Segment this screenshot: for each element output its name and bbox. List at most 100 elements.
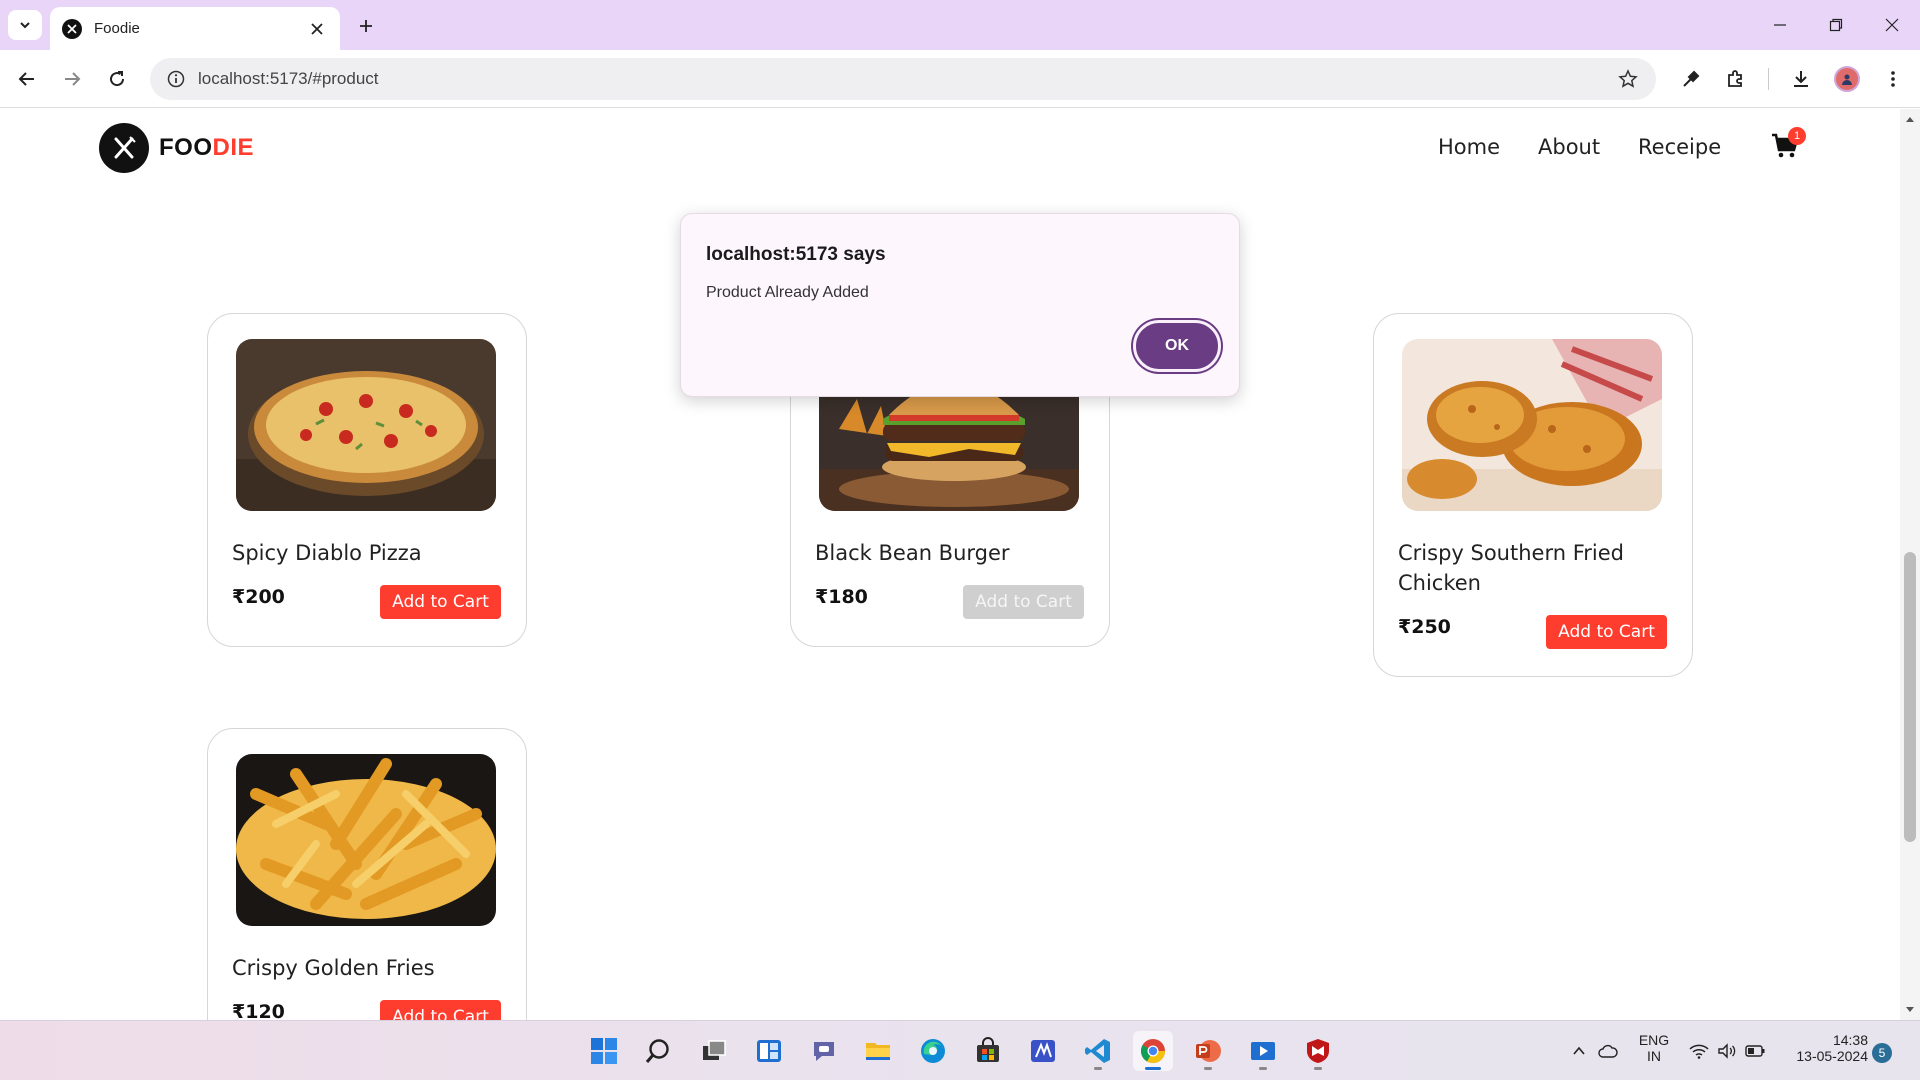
battery-icon[interactable] xyxy=(1742,1031,1768,1071)
wifi-icon[interactable] xyxy=(1686,1031,1712,1071)
clock-time: 14:38 xyxy=(1832,1032,1868,1048)
restore-icon xyxy=(1829,18,1843,32)
math-app-icon[interactable] xyxy=(1023,1031,1063,1071)
microsoft-store-icon[interactable] xyxy=(968,1031,1008,1071)
add-to-cart-button[interactable]: Add to Cart xyxy=(380,585,501,619)
page-scrollbar[interactable] xyxy=(1900,109,1920,1020)
minimize-button[interactable] xyxy=(1752,0,1808,50)
new-tab-button[interactable] xyxy=(352,12,380,40)
alert-dialog: localhost:5173 says Product Already Adde… xyxy=(680,213,1240,397)
reload-button[interactable] xyxy=(100,62,134,96)
running-indicator xyxy=(1314,1067,1322,1070)
nav-receipe[interactable]: Receipe xyxy=(1638,135,1721,159)
add-to-cart-button[interactable]: Add to Cart xyxy=(1546,615,1667,649)
extensions-puzzle-icon[interactable] xyxy=(1718,62,1752,96)
window-controls xyxy=(1752,0,1920,50)
eyedropper-extension-icon[interactable] xyxy=(1674,62,1708,96)
task-view-icon[interactable] xyxy=(694,1031,734,1071)
nav-about[interactable]: About xyxy=(1538,135,1600,159)
powerpoint-icon[interactable] xyxy=(1188,1031,1228,1071)
web-page: FOODIE Home About Receipe 1 Spicy Diablo… xyxy=(0,109,1900,1020)
address-bar[interactable]: localhost:5173/#product xyxy=(150,58,1656,100)
pizza-image xyxy=(236,339,496,511)
language-line1: ENG xyxy=(1638,1032,1670,1048)
minimize-icon xyxy=(1774,24,1786,26)
product-card: Crispy Southern Fried Chicken ₹250 Add t… xyxy=(1373,313,1693,677)
language-line2: IN xyxy=(1647,1048,1661,1064)
teams-chat-icon[interactable] xyxy=(804,1031,844,1071)
restore-button[interactable] xyxy=(1808,0,1864,50)
fried-chicken-image xyxy=(1402,339,1662,511)
plus-icon xyxy=(360,20,372,32)
cart-count-badge: 1 xyxy=(1788,127,1806,145)
product-name: Black Bean Burger xyxy=(815,541,1010,565)
browser-tab-bar: Foodie xyxy=(0,0,1920,50)
chevron-down-icon xyxy=(20,22,30,29)
product-name: Spicy Diablo Pizza xyxy=(232,541,422,565)
product-card: Crispy Golden Fries ₹120 Add to Cart xyxy=(207,728,527,1020)
notification-badge[interactable]: 5 xyxy=(1872,1043,1892,1063)
logo-text-part1: FOO xyxy=(159,134,213,161)
dialog-title: localhost:5173 says xyxy=(706,244,886,265)
site-logo[interactable]: FOODIE xyxy=(99,123,254,173)
close-window-button[interactable] xyxy=(1864,0,1920,50)
scroll-up-arrow-icon[interactable] xyxy=(1900,109,1920,129)
downloads-icon[interactable] xyxy=(1784,62,1818,96)
input-language[interactable]: ENG IN xyxy=(1634,1032,1674,1064)
mcafee-shield-icon[interactable] xyxy=(1298,1031,1338,1071)
product-name: Crispy Golden Fries xyxy=(232,956,435,980)
url-text[interactable]: localhost:5173/#product xyxy=(198,69,1614,89)
back-button[interactable] xyxy=(10,62,44,96)
close-tab-icon[interactable] xyxy=(306,18,328,40)
site-header: FOODIE Home About Receipe 1 xyxy=(0,109,1900,189)
dialog-message: Product Already Added xyxy=(706,284,869,301)
forward-button[interactable] xyxy=(55,62,89,96)
ok-button[interactable]: OK xyxy=(1133,320,1221,372)
scrollbar-thumb[interactable] xyxy=(1904,552,1916,842)
media-player-icon[interactable] xyxy=(1243,1031,1283,1071)
logo-text-part2: DIE xyxy=(212,134,255,161)
product-card: Spicy Diablo Pizza ₹200 Add to Cart xyxy=(207,313,527,647)
profile-avatar[interactable] xyxy=(1830,62,1864,96)
add-to-cart-button[interactable]: Add to Cart xyxy=(963,585,1084,619)
site-info-icon[interactable] xyxy=(164,67,188,91)
fries-image xyxy=(236,754,496,926)
fork-knife-logo-icon xyxy=(99,123,149,173)
cart-button[interactable]: 1 xyxy=(1770,127,1806,165)
search-icon[interactable] xyxy=(638,1031,678,1071)
scroll-down-arrow-icon[interactable] xyxy=(1900,1000,1920,1020)
add-to-cart-button[interactable]: Add to Cart xyxy=(380,1000,501,1020)
reload-icon xyxy=(110,71,125,87)
product-price: ₹200 xyxy=(232,586,285,608)
clock-date: 13-05-2024 xyxy=(1796,1048,1868,1064)
product-name: Crispy Southern Fried Chicken xyxy=(1398,541,1624,595)
product-price: ₹250 xyxy=(1398,616,1451,638)
chevron-up-icon[interactable] xyxy=(1565,1031,1593,1071)
running-indicator xyxy=(1094,1067,1102,1070)
widgets-icon[interactable] xyxy=(749,1031,789,1071)
clock[interactable]: 14:38 13-05-2024 xyxy=(1782,1032,1868,1064)
foodie-favicon-icon xyxy=(62,18,82,39)
running-indicator xyxy=(1259,1067,1267,1070)
arrow-right-icon xyxy=(65,72,81,86)
tab-search-button[interactable] xyxy=(8,10,42,40)
onedrive-cloud-icon[interactable] xyxy=(1594,1031,1622,1071)
bookmark-star-icon[interactable] xyxy=(1614,65,1642,93)
chrome-icon[interactable] xyxy=(1133,1031,1173,1071)
vscode-icon[interactable] xyxy=(1078,1031,1118,1071)
start-windows-icon[interactable] xyxy=(584,1031,624,1071)
active-indicator xyxy=(1145,1067,1161,1070)
edge-browser-icon[interactable] xyxy=(913,1031,953,1071)
product-price: ₹120 xyxy=(232,1001,285,1020)
product-price: ₹180 xyxy=(815,586,868,608)
arrow-left-icon xyxy=(18,72,34,86)
avatar-icon xyxy=(1834,66,1860,92)
browser-tab[interactable]: Foodie xyxy=(50,7,340,50)
file-explorer-icon[interactable] xyxy=(858,1031,898,1071)
browser-toolbar: localhost:5173/#product xyxy=(0,50,1920,108)
close-icon xyxy=(1885,18,1899,32)
volume-icon[interactable] xyxy=(1714,1031,1740,1071)
nav-home[interactable]: Home xyxy=(1438,135,1500,159)
browser-menu-button[interactable] xyxy=(1876,62,1910,96)
windows-taskbar: ENG IN 14:38 13-05-2024 5 xyxy=(0,1020,1920,1080)
